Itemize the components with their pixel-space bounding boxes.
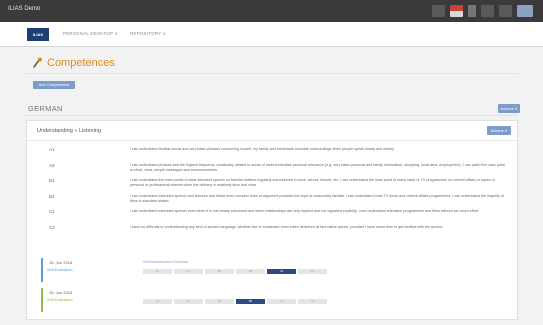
level-description: I can understand familiar words and very… [130,147,395,151]
level-code: C1 [49,209,55,214]
help-icon[interactable] [481,5,494,17]
assessment-series-link[interactable]: Self Assessment German [143,259,188,264]
scale-cell: B2 [236,269,265,274]
level-description: I have no difficulty in understanding an… [130,225,443,229]
level-description: I can understand extended speech and lec… [130,194,504,204]
avatar[interactable] [517,5,533,17]
scale-cell: B1 [205,269,234,274]
language-flag-icon[interactable] [450,5,463,17]
search-icon[interactable] [499,5,512,17]
competence-icon [33,57,42,68]
level-code: A2 [49,163,55,168]
level-description: I can understand the main points of clea… [130,178,495,188]
level-code: C2 [49,225,55,230]
level-code: A1 [49,147,55,152]
section-title: GERMAN [28,104,63,113]
nav-personal-desktop[interactable]: PERSONAL DESKTOP ∨ [63,31,118,37]
level-code: B2 [49,194,55,199]
assessment-date: 15. Jun 2018 [49,290,73,295]
divider [26,73,518,74]
panel-header: Understanding » Listening Actions ∨ [27,121,517,141]
mail-icon[interactable] [432,5,445,17]
main-nav: ILIAS PERSONAL DESKTOP ∨ REPOSITORY ∨ [0,22,543,47]
level-scale: A1 A2 B1 B2 C1 C2 [143,299,327,304]
level-description: I can understand extended speech even wh… [130,209,480,213]
top-bar: ILIAS Demo [0,0,543,22]
add-competence-button[interactable]: Add Competence [33,81,75,89]
ilias-logo[interactable]: ILIAS [27,28,49,41]
panel-title: Understanding » Listening [37,128,101,134]
assessment-row: 15. Jun 2018 Self-Evaluation A1 A2 B1 B2… [41,288,507,312]
level-code: B1 [49,178,55,183]
dropdown-icon[interactable] [468,5,476,17]
scale-cell: A1 [143,299,172,304]
divider [26,115,518,116]
scale-cell: A1 [143,269,172,274]
nav-repository[interactable]: REPOSITORY ∨ [130,31,166,37]
scale-cell: B1 [205,299,234,304]
scale-cell: C2 [298,299,327,304]
page-title: Competences [47,57,115,69]
scale-cell: C1 [267,299,296,304]
assessment-type: Self-Evaluation [47,298,73,302]
scale-cell: A2 [174,299,203,304]
app-title: ILIAS Demo [8,6,41,12]
panel-actions-button[interactable]: Actions ∨ [487,126,511,135]
top-toolbar [432,4,533,18]
competence-panel: Understanding » Listening Actions ∨ A1 I… [26,120,518,320]
assessment-date: 15. Jun 2018 [49,260,73,265]
scale-cell: C1 [267,269,296,274]
scale-cell: A2 [174,269,203,274]
scale-cell: B2 [236,299,265,304]
level-scale: A1 A2 B1 B2 C1 C2 [143,269,327,274]
assessment-row: 15. Jun 2018 Self-Evaluation Self Assess… [41,258,507,282]
section-actions-button[interactable]: Actions ∨ [498,104,520,113]
assessment-type: Self-Evaluation [47,268,73,272]
level-description: I can understand phrases and the highest… [130,163,505,173]
scale-cell: C2 [298,269,327,274]
